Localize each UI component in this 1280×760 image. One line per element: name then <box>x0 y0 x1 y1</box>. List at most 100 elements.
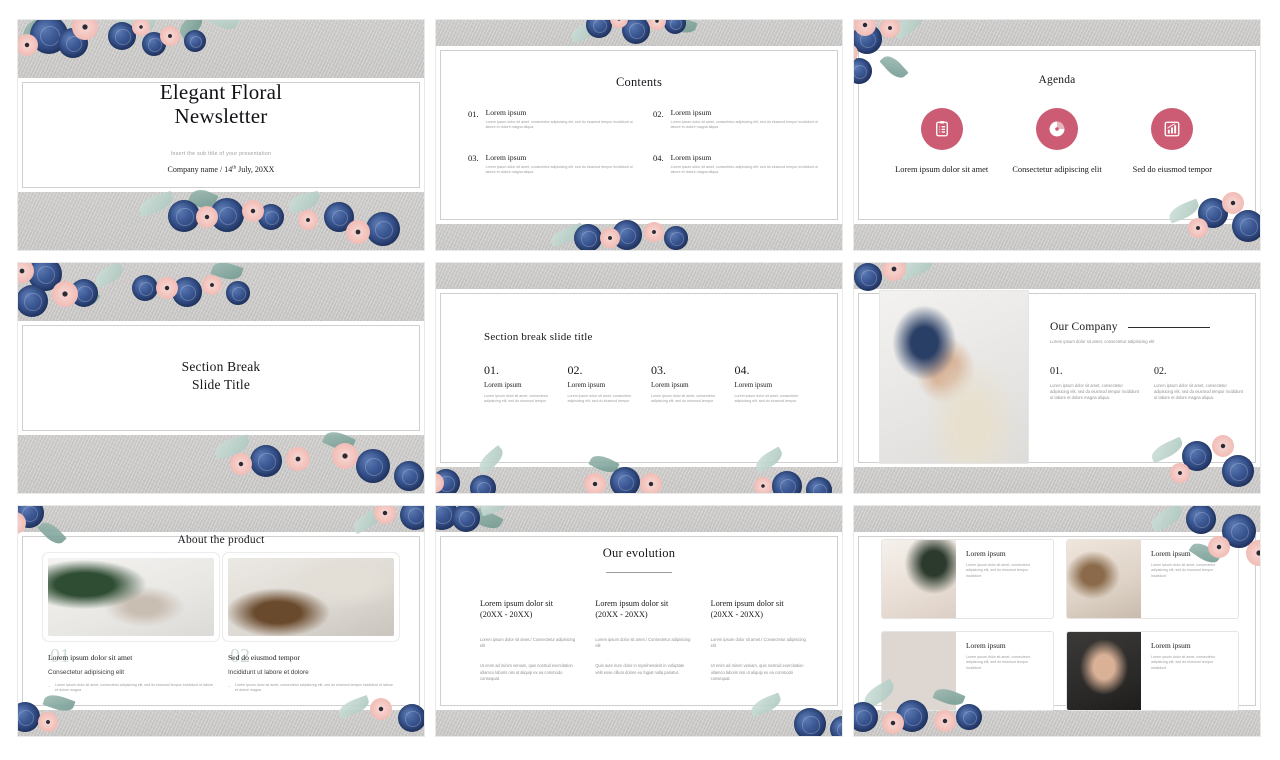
bottom-texture-band <box>436 224 842 250</box>
photo-card-text: Lorem ipsum Lorem ipsum dolor sit amet, … <box>956 540 1053 618</box>
contents-item-body: Lorem ipsum dolor sit amet, consectetur … <box>670 120 818 130</box>
bride-and-groom-photo <box>882 540 956 618</box>
about-card-subtitle: Incididunt ut labore et dolore <box>228 669 309 676</box>
contents-item-body: Lorem ipsum dolor sit amet, consectetur … <box>485 120 633 130</box>
contents-item-number: 01. <box>468 108 479 119</box>
contents-item[interactable]: 01. Lorem ipsum Lorem ipsum dolor sit am… <box>468 108 635 131</box>
photo-card[interactable]: Lorem ipsum Lorem ipsum dolor sit amet, … <box>882 632 1053 710</box>
agenda-item[interactable]: Lorem ipsum dolor sit amet <box>884 108 999 175</box>
bottom-texture-band <box>436 710 842 736</box>
slide-contents[interactable]: Contents 01. Lorem ipsum Lorem ipsum dol… <box>436 20 842 250</box>
item-number: 03. <box>651 363 666 377</box>
clipboard-list-icon <box>920 108 963 150</box>
bullet-dash-icon: – <box>228 683 230 688</box>
about-card-title: Sed do eiusmod tempor <box>228 653 300 662</box>
top-texture-band <box>854 263 1260 289</box>
item-number: 02. <box>567 363 583 377</box>
contents-item-title: Lorem ipsum <box>485 108 527 117</box>
column-paragraph-2: Ut enim ad minim veniam, quis nostrud ex… <box>710 663 804 681</box>
item-subhead: Lorem ipsum <box>734 381 773 389</box>
top-texture-band <box>18 263 424 321</box>
bar-chart-icon <box>1151 108 1194 150</box>
slide-agenda[interactable]: Agenda Lorem ipsum dolor sit amet Consec… <box>854 20 1260 250</box>
about-card[interactable]: 01 Lorem ipsum dolor sit amet Consectetu… <box>48 558 214 694</box>
contents-item[interactable]: 02. Lorem ipsum Lorem ipsum dolor sit am… <box>653 108 820 131</box>
photo-card-text: Lorem ipsum Lorem ipsum dolor sit amet, … <box>1141 540 1238 618</box>
contents-item-number: 03. <box>468 153 479 164</box>
agenda-columns: Lorem ipsum dolor sit amet Consectetur a… <box>884 108 1230 175</box>
slide-section-break[interactable]: Section Break Slide Title <box>18 263 424 493</box>
top-texture-band <box>436 20 842 46</box>
slide-subtitle: Insert the sub title of your presentatio… <box>170 151 272 157</box>
contents-item[interactable]: 03. Lorem ipsum Lorem ipsum dolor sit am… <box>468 153 635 176</box>
photo-card-body: Lorem ipsum dolor sit amet, consectetur … <box>1151 655 1215 670</box>
top-texture-band <box>854 506 1260 532</box>
contents-item-number: 02. <box>653 108 664 119</box>
item-subhead: Lorem ipsum <box>651 381 689 389</box>
photo-card-text: Lorem ipsum Lorem ipsum dolor sit amet, … <box>956 632 1053 710</box>
bride-holding-bouquet-photo <box>880 291 1028 463</box>
heading-rule <box>606 572 672 573</box>
column-paragraph-2: Ut enim ad minim veniam, quis nostrud ex… <box>480 663 573 681</box>
bottom-texture-band <box>18 710 424 736</box>
column-paragraph-1: Lorem ipsum dolor sit amet./ Consectetur… <box>480 637 576 649</box>
item-number: 04. <box>734 363 750 377</box>
item-body: Lorem ipsum dolor sit amet, consectetur … <box>484 394 548 404</box>
wedding-cake-photo <box>882 632 956 710</box>
agenda-item[interactable]: Consectetur adipiscing elit <box>999 108 1114 175</box>
photo-card[interactable]: Lorem ipsum Lorem ipsum dolor sit amet, … <box>882 540 1053 618</box>
bullet-text: Lorem ipsum dolor sit amet, consectetur … <box>235 683 394 693</box>
contents-item[interactable]: 04. Lorem ipsum Lorem ipsum dolor sit am… <box>653 153 820 176</box>
slide-our-company[interactable]: Our Company Lorem ipsum dolor sit amet, … <box>854 263 1260 493</box>
bottom-texture-band <box>854 467 1260 493</box>
slide-section-break-detail[interactable]: Section break slide title 01. Lorem ipsu… <box>436 263 842 493</box>
section-detail-item[interactable]: 03. Lorem ipsum Lorem ipsum dolor sit am… <box>651 363 723 405</box>
bottom-texture-band <box>436 467 842 493</box>
evolution-column[interactable]: Lorem ipsum dolor sit (20XX - 20XX) Lore… <box>595 598 692 682</box>
item-subhead: Lorem ipsum <box>484 381 522 389</box>
bullet-dash-icon: – <box>48 683 50 688</box>
column-heading: Lorem ipsum dolor sit (20XX - 20XX) <box>480 599 553 619</box>
bullet-text: Lorem ipsum dolor sit amet, consectetur … <box>55 683 214 693</box>
slide-title[interactable]: Elegant Floral Newsletter Insert the sub… <box>18 20 424 250</box>
photo-card-body: Lorem ipsum dolor sit amet, consectetur … <box>1151 563 1215 578</box>
slide-our-evolution[interactable]: Our evolution Lorem ipsum dolor sit (20X… <box>436 506 842 736</box>
agenda-item-caption: Consectetur adipiscing elit <box>1012 165 1102 174</box>
agenda-heading: Agenda <box>1038 74 1076 86</box>
column-heading: Lorem ipsum dolor sit (20XX - 20XX) <box>595 599 669 619</box>
item-body: Lorem ipsum dolor sit amet, consectetur … <box>1154 383 1243 401</box>
photo-card-text: Lorem ipsum Lorem ipsum dolor sit amet, … <box>1141 632 1238 710</box>
photo-card[interactable]: Lorem ipsum Lorem ipsum dolor sit amet, … <box>1067 632 1238 710</box>
item-number: 01. <box>1050 366 1063 377</box>
slide-photo-grid[interactable]: Lorem ipsum Lorem ipsum dolor sit amet, … <box>854 506 1260 736</box>
item-subhead: Lorem ipsum <box>567 381 606 389</box>
our-company-item[interactable]: 01. Lorem ipsum dolor sit amet, consecte… <box>1050 366 1140 402</box>
section-break-title: Section Break Slide Title <box>181 359 261 392</box>
our-company-item[interactable]: 02. Lorem ipsum dolor sit amet, consecte… <box>1154 366 1244 402</box>
table-setting-photo <box>48 558 214 636</box>
ring-exchange-photo <box>1067 632 1141 710</box>
column-paragraph-2: Quis aute irure dolor in reprehenderit i… <box>595 663 685 675</box>
bottom-texture-band <box>854 710 1260 736</box>
bottom-texture-band <box>854 224 1260 250</box>
contents-item-title: Lorem ipsum <box>485 152 527 162</box>
wedding-guests-photo <box>1067 540 1141 618</box>
evolution-column[interactable]: Lorem ipsum dolor sit (20XX - 20XX) Lore… <box>480 598 577 682</box>
company-and-date: Company name / 14th July, 20XX <box>167 165 275 174</box>
item-body: Lorem ipsum dolor sit amet, consectetur … <box>567 394 632 404</box>
section-detail-item[interactable]: 02. Lorem ipsum Lorem ipsum dolor sit am… <box>568 363 640 405</box>
section-detail-item[interactable]: 01. Lorem ipsum Lorem ipsum dolor sit am… <box>484 363 556 405</box>
agenda-item[interactable]: Sed do eiusmod tempor <box>1115 108 1230 175</box>
item-body: Lorem ipsum dolor sit amet, consectetur … <box>1050 383 1139 401</box>
slide-about-the-product[interactable]: About the product 01 Lorem ipsum dolor s… <box>18 506 424 736</box>
evolution-column[interactable]: Lorem ipsum dolor sit (20XX - 20XX) Lore… <box>711 598 808 682</box>
photo-card[interactable]: Lorem ipsum Lorem ipsum dolor sit amet, … <box>1067 540 1238 618</box>
banquet-table-photo <box>228 558 394 636</box>
about-card-bullet: – Lorem ipsum dolor sit amet, consectetu… <box>48 683 214 694</box>
agenda-item-caption: Sed do eiusmod tempor <box>1132 165 1212 174</box>
top-texture-band <box>18 20 424 78</box>
column-heading: Lorem ipsum dolor sit (20XX - 20XX) <box>710 599 784 619</box>
about-card[interactable]: 02 Sed do eiusmod tempor Incididunt ut l… <box>228 558 394 694</box>
top-texture-band <box>18 506 424 532</box>
section-detail-item[interactable]: 04. Lorem ipsum Lorem ipsum dolor sit am… <box>735 363 807 405</box>
